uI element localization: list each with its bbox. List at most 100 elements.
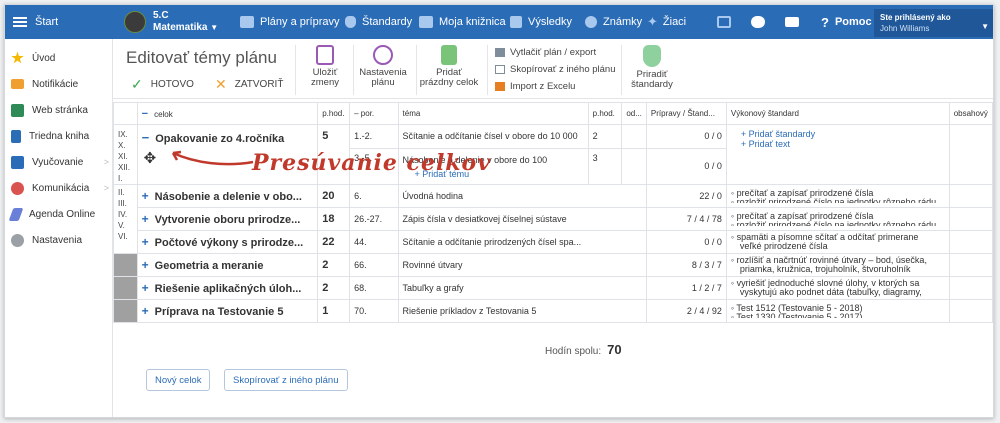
new-unit-button[interactable]: Nový celok — [146, 369, 211, 391]
topic-cell[interactable]: Zápis čísla v desiatkovej číselnej sústa… — [397, 207, 647, 231]
help-button[interactable]: ? Pomoc — [821, 5, 872, 39]
table-row[interactable]: + Riešenie aplikačných úloh... 2 68. Tabu… — [113, 276, 993, 300]
nav-results[interactable]: Výsledky — [510, 5, 572, 39]
topic-cell[interactable]: Sčítanie a odčítanie prirodzených čísel … — [397, 230, 647, 254]
annotation-label: Presúvanie celkov — [252, 150, 492, 176]
preparations-cell[interactable]: 1 / 2 / 7 — [645, 276, 727, 300]
mail-icon — [11, 79, 24, 89]
close-icon: ✕ — [215, 76, 227, 92]
gear-icon — [11, 233, 24, 247]
sidebar-item-komunikacia[interactable]: Komunikácia > — [5, 175, 113, 201]
add-unit-button[interactable]: Pridať prázdny celok — [419, 45, 479, 88]
expand-icon[interactable]: + — [142, 258, 149, 272]
unit-cell[interactable]: + Riešenie aplikačných úloh... — [136, 276, 319, 300]
unit-name: Riešenie aplikačných úloh... — [154, 283, 302, 295]
unit-cell[interactable]: + Počtové výkony s prirodze... — [136, 230, 319, 254]
sidebar-item-agenda[interactable]: Agenda Online — [5, 201, 113, 227]
messages-button[interactable] — [785, 5, 805, 39]
chevron-right-icon: > — [103, 183, 109, 193]
move-icon[interactable]: ✥ — [144, 149, 157, 167]
nav-plans[interactable]: Plány a prípravy — [240, 5, 339, 39]
topic-cell[interactable]: Riešenie príkladov z Testovania 5 — [397, 299, 647, 323]
expand-icon[interactable]: + — [142, 189, 149, 203]
unit-cell[interactable]: + Príprava na Testovanie 5 — [136, 299, 319, 323]
unit-cell[interactable]: + Vytvorenie oboru prirodze... — [136, 207, 319, 231]
nav-standards[interactable]: Štandardy — [345, 5, 412, 39]
col-header-obsahovy: obsahový — [948, 102, 993, 125]
preparations-cell[interactable]: 0 / 0 — [645, 124, 727, 149]
chat-button[interactable] — [751, 5, 771, 39]
standards-cell: + Pridať štandardy + Pridať text — [725, 124, 950, 185]
sidebar-item-triedna-kniha[interactable]: Triedna kniha — [5, 123, 113, 149]
order-cell: 44. — [349, 230, 399, 254]
col-header-pripravy: Prípravy / Štand... — [645, 102, 727, 125]
month-cell[interactable] — [113, 253, 138, 277]
minus-icon[interactable]: – — [354, 109, 361, 118]
sidebar-item-web[interactable]: Web stránka — [5, 97, 113, 123]
preparations-cell[interactable]: 7 / 4 / 78 — [645, 207, 727, 231]
collapse-icon[interactable]: − — [142, 130, 150, 145]
add-standards-link[interactable]: + Pridať štandardy — [741, 129, 948, 139]
month-cell[interactable] — [113, 299, 138, 323]
expand-icon[interactable]: + — [142, 281, 149, 295]
topic-cell[interactable]: Sčítanie a odčítanie čísel v obore do 10… — [397, 124, 589, 149]
sidebar-item-uvod[interactable]: Úvod — [5, 45, 113, 71]
import-excel-link[interactable]: Import z Excelu — [495, 81, 575, 92]
sidebar-item-vyucovanie[interactable]: Vyučovanie > — [5, 149, 113, 175]
sidebar-item-label: Nastavenia — [32, 234, 83, 246]
preparations-cell[interactable]: 22 / 0 — [645, 184, 727, 208]
col-header-celok[interactable]: − celok — [136, 102, 319, 125]
import-icon — [495, 82, 505, 91]
collapse-all-icon[interactable]: − — [142, 108, 148, 120]
class-avatar-icon[interactable] — [124, 11, 146, 33]
table-row[interactable]: + Príprava na Testovanie 5 1 70. Riešenie… — [113, 299, 993, 323]
preparations-cell[interactable]: 2 / 4 / 92 — [645, 299, 727, 323]
preparations-cell[interactable]: 0 / 0 — [645, 147, 727, 186]
sidebar-item-nastavenia[interactable]: Nastavenia — [5, 227, 113, 253]
screen-icon[interactable] — [717, 5, 737, 39]
table-row[interactable]: II. III. IV. V. VI. + Násobenie a delenie… — [113, 184, 993, 254]
month-cell[interactable]: II. III. IV. V. VI. — [113, 184, 138, 254]
copy-from-plan-button[interactable]: Skopírovať z iného plánu — [224, 369, 348, 391]
nav-library[interactable]: Moja knižnica — [419, 5, 506, 39]
user-menu[interactable]: Ste prihlásený ako John Williams ▼ — [874, 9, 993, 37]
menu-icon[interactable] — [13, 17, 27, 27]
preparations-cell[interactable]: 0 / 0 — [645, 230, 727, 254]
unit-name: Násobenie a delenie v obo... — [154, 191, 302, 203]
standard-item: ◦ spamäti a písomne sčítať a odčítať pri… — [730, 233, 919, 242]
table-row[interactable]: + Počtové výkony s prirodze... 22 44. Sčí… — [114, 230, 993, 254]
home-link[interactable]: Štart — [35, 5, 58, 39]
unit-name: Opakovanie zo 4.ročníka — [155, 133, 285, 145]
order-cell: 66. — [349, 253, 399, 277]
month-cell[interactable] — [113, 276, 138, 300]
close-button[interactable]: ✕ ZATVORIŤ — [215, 76, 283, 93]
nav-grades[interactable]: Známky — [585, 5, 642, 39]
unit-cell[interactable]: + Násobenie a delenie v obo... — [136, 184, 319, 208]
topic-cell[interactable]: Rovinné útvary — [397, 253, 647, 277]
table-row[interactable]: + Geometria a meranie 2 66. Rovinné útvar… — [113, 253, 993, 277]
expand-icon[interactable]: + — [142, 212, 149, 226]
print-export-link[interactable]: Vytlačiť plán / export — [495, 47, 596, 58]
plan-settings-button[interactable]: Nastavenia plánu — [355, 45, 411, 88]
unit-cell[interactable]: + Geometria a meranie — [136, 253, 319, 277]
copy-plan-link[interactable]: Skopírovať z iného plánu — [495, 64, 616, 75]
drag-col-header — [113, 102, 138, 125]
save-button[interactable]: Uložiť zmeny — [305, 45, 345, 88]
sidebar-item-notifikacie[interactable]: Notifikácie — [5, 71, 113, 97]
table-header: − celok p.hod. – por. téma p.hod. od... P… — [113, 102, 993, 125]
table-row[interactable]: + Vytvorenie oboru prirodze... 18 26.-27.… — [114, 207, 993, 231]
add-text-link[interactable]: + Pridať text — [741, 139, 948, 149]
expand-icon[interactable]: + — [142, 304, 149, 318]
topic-cell[interactable]: Tabuľky a grafy — [397, 276, 647, 300]
assign-standards-button[interactable]: Priradiť štandardy — [625, 45, 679, 90]
plan-table: − celok p.hod. – por. téma p.hod. od... P… — [113, 102, 993, 323]
standard-item: priamka, kružnica, trojuholník, štvoruho… — [739, 265, 911, 274]
expand-icon[interactable]: + — [142, 235, 149, 249]
done-button[interactable]: ✓ HOTOVO — [131, 76, 194, 93]
preparations-cell[interactable]: 8 / 3 / 7 — [645, 253, 727, 277]
nav-students[interactable]: ✦ Žiaci — [647, 5, 686, 39]
class-selector[interactable]: 5.C Matematika ▼ — [153, 10, 218, 34]
topic-cell[interactable]: Úvodná hodina — [397, 184, 647, 208]
month-cell[interactable]: IX. X. XI. XII. I. — [113, 124, 138, 185]
divider — [295, 45, 296, 95]
